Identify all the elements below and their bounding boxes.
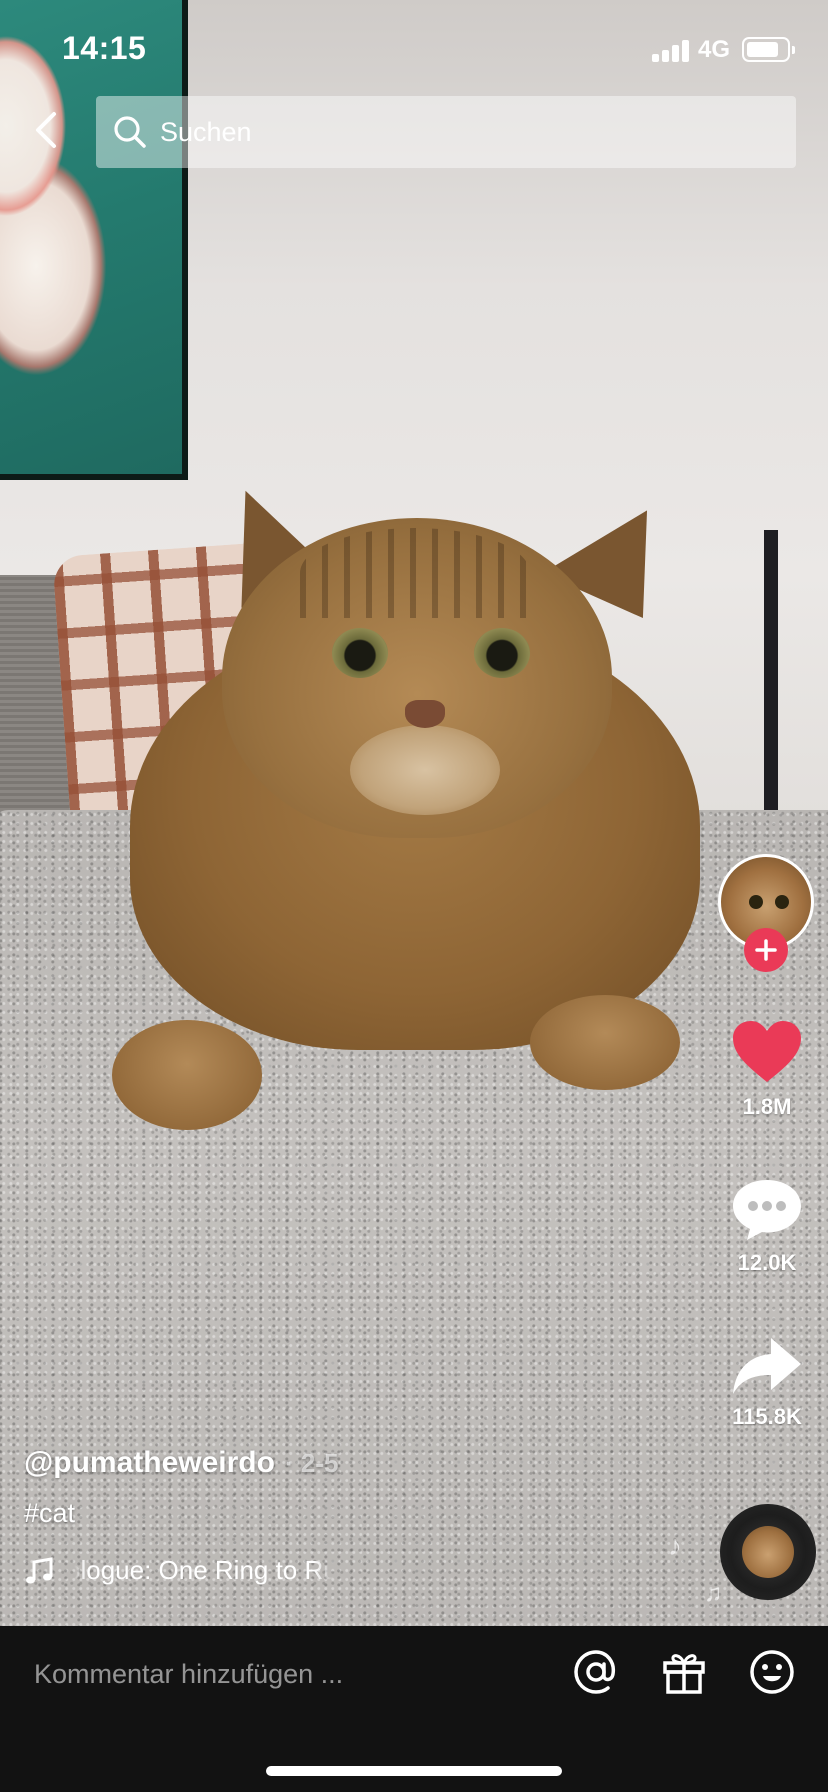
post-date: · 2-5: [284, 1448, 339, 1478]
author-handle[interactable]: @pumatheweirdo: [24, 1446, 275, 1479]
music-row[interactable]: ologue: One Ring to Rule Th: [24, 1555, 664, 1586]
emoji-icon[interactable]: [748, 1648, 796, 1696]
share-button[interactable]: 115.8K: [712, 1336, 822, 1430]
follow-button[interactable]: [744, 928, 788, 972]
music-disc[interactable]: [720, 1504, 816, 1600]
hashtag[interactable]: #cat: [24, 1498, 664, 1529]
share-count: 115.8K: [732, 1404, 802, 1429]
music-disc-cover: [742, 1526, 794, 1578]
video-caption: @pumatheweirdo · 2-5 #cat ologue: One Rin…: [24, 1446, 664, 1586]
comment-count: 12.0K: [737, 1250, 797, 1275]
heart-icon: [733, 1021, 801, 1082]
search-input[interactable]: [160, 110, 760, 154]
music-title: ologue: One Ring to Rule Th: [74, 1555, 334, 1585]
video-frame-cat: [0, 0, 828, 1626]
author-line: @pumatheweirdo · 2-5: [24, 1446, 664, 1480]
status-bar: 14:15 4G: [0, 0, 828, 96]
comment-bubble-icon: [733, 1180, 801, 1240]
like-button[interactable]: 1.8M: [712, 1020, 822, 1120]
back-chevron-icon[interactable]: [26, 108, 70, 152]
at-sign-icon[interactable]: [572, 1648, 620, 1696]
video-player[interactable]: [0, 0, 828, 1626]
gift-icon[interactable]: [660, 1648, 708, 1696]
like-count: 1.8M: [742, 1094, 792, 1119]
battery-level: [747, 42, 778, 57]
home-indicator[interactable]: [266, 1766, 562, 1776]
comment-button[interactable]: 12.0K: [712, 1178, 822, 1276]
music-note-icon: ♫: [704, 1580, 722, 1607]
cellular-signal-icon: [652, 38, 692, 62]
search-icon: [112, 114, 148, 150]
battery-icon: [742, 37, 795, 62]
music-note-icon: ♪: [668, 1530, 682, 1561]
network-type: 4G: [698, 36, 731, 63]
share-arrow-icon: [733, 1338, 801, 1394]
comment-input[interactable]: [34, 1652, 534, 1696]
plus-icon: [755, 939, 777, 961]
status-time: 14:15: [62, 30, 147, 66]
search-bar[interactable]: [96, 96, 796, 168]
music-note-icon: [26, 1556, 53, 1583]
